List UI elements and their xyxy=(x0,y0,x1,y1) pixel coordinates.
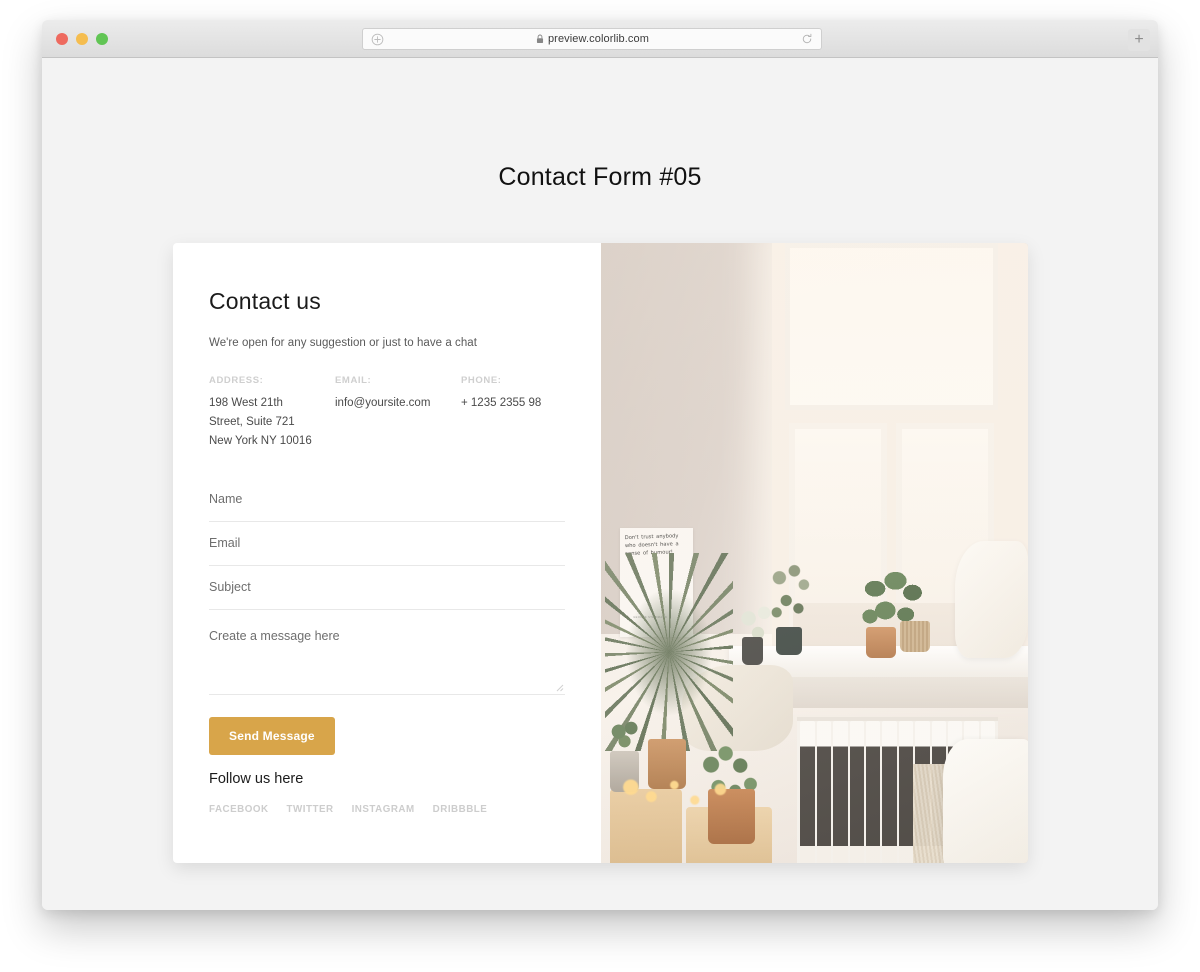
contact-heading: Contact us xyxy=(209,288,321,314)
lock-icon xyxy=(536,34,544,43)
contact-form-pane: Contact us We're open for any suggestion… xyxy=(173,243,601,863)
contact-info-phone: PHONE: + 1235 2355 98 xyxy=(461,375,581,452)
phone-value: + 1235 2355 98 xyxy=(461,397,542,409)
maximize-window-button[interactable] xyxy=(96,33,108,45)
contact-photo: Don't trust anybody who doesn't have a s… xyxy=(601,243,1028,863)
browser-window: preview.colorlib.com + Contact Form #05 … xyxy=(42,20,1158,910)
message-field-wrapper xyxy=(209,615,565,695)
subject-input[interactable] xyxy=(209,565,565,609)
social-link-dribbble[interactable]: DRIBBBLE xyxy=(433,804,488,815)
message-textarea[interactable] xyxy=(209,615,565,689)
phone-label: PHONE: xyxy=(461,375,502,386)
radiator-fin xyxy=(800,721,815,863)
radiator-fin xyxy=(849,721,864,863)
close-window-button[interactable] xyxy=(56,33,68,45)
email-value: info@yoursite.com xyxy=(335,397,431,409)
radiator-fin xyxy=(833,721,848,863)
traffic-lights xyxy=(56,33,108,45)
radiator-fin xyxy=(865,721,881,863)
contact-info-email: EMAIL: info@yoursite.com xyxy=(335,375,461,452)
url-text: preview.colorlib.com xyxy=(547,33,650,45)
sill-pot-terracotta xyxy=(865,627,896,659)
reload-icon[interactable] xyxy=(801,33,813,45)
browser-titlebar: preview.colorlib.com + xyxy=(42,20,1158,58)
subject-field-wrapper xyxy=(209,565,565,610)
page-title: Contact Form #05 xyxy=(498,163,702,191)
send-message-button[interactable]: Send Message xyxy=(209,716,335,755)
social-link-facebook[interactable]: FACEBOOK xyxy=(209,804,269,815)
social-link-twitter[interactable]: TWITTER xyxy=(287,804,334,815)
address-value: 198 West 21th Street, Suite 721 New York N… xyxy=(209,397,312,448)
pillow-right xyxy=(942,739,1028,863)
minimize-window-button[interactable] xyxy=(76,33,88,45)
contact-info-address: ADDRESS: 198 West 21th Street, Suite 721 N… xyxy=(209,375,335,452)
radiator-fin xyxy=(898,721,914,863)
social-links: FACEBOOK TWITTER INSTAGRAM DRIBBBLE xyxy=(209,804,487,815)
address-label: ADDRESS: xyxy=(209,375,264,386)
email-label: EMAIL: xyxy=(335,375,372,386)
contact-info-row: ADDRESS: 198 West 21th Street, Suite 721 N… xyxy=(209,375,565,452)
email-input[interactable] xyxy=(209,521,565,565)
sill-pot-center xyxy=(776,627,802,656)
email-field-wrapper xyxy=(209,521,565,566)
contact-card: Contact us We're open for any suggestion… xyxy=(173,243,1028,863)
follow-us-heading: Follow us here xyxy=(209,771,304,787)
address-bar[interactable]: preview.colorlib.com xyxy=(362,28,822,50)
circle-plus-icon[interactable] xyxy=(371,33,384,46)
social-link-instagram[interactable]: INSTAGRAM xyxy=(352,804,415,815)
name-field-wrapper xyxy=(209,477,565,522)
pillow-on-sill xyxy=(955,540,1028,659)
contact-subtitle: We're open for any suggestion or just to… xyxy=(209,337,477,349)
fairy-lights xyxy=(618,770,747,814)
room-photo-illustration: Don't trust anybody who doesn't have a s… xyxy=(601,243,1028,863)
page-viewport: Contact Form #05 Contact us We're open f… xyxy=(42,58,1158,910)
new-tab-button[interactable]: + xyxy=(1128,29,1150,51)
radiator-fin xyxy=(882,721,897,863)
resize-handle-icon[interactable] xyxy=(555,683,564,692)
address-bar-content: preview.colorlib.com xyxy=(384,33,801,45)
name-input[interactable] xyxy=(209,477,565,521)
radiator-fin xyxy=(816,721,832,863)
window-transom xyxy=(784,243,999,411)
